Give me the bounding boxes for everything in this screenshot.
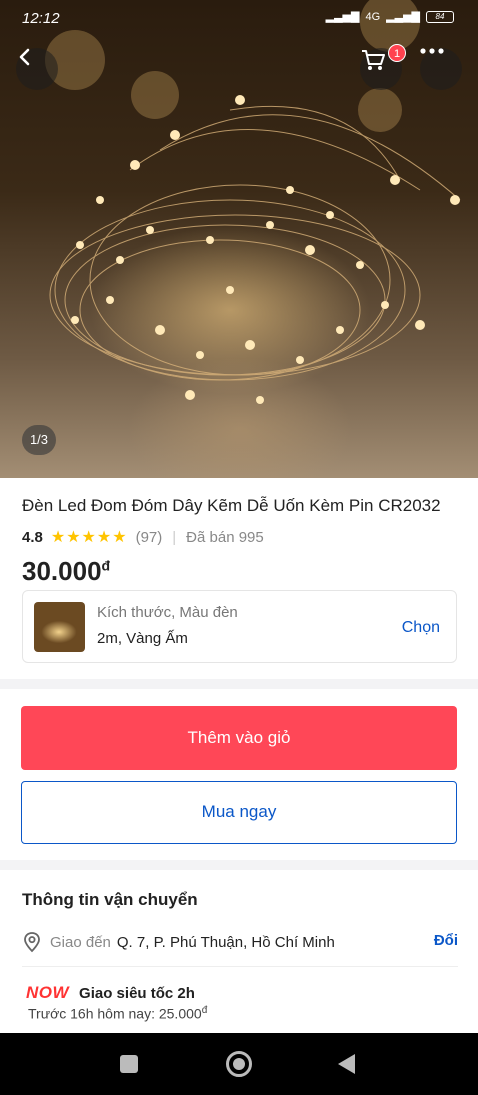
chevron-left-icon xyxy=(19,48,30,66)
now-delivery-note: Trước 16h hôm nay: 25.000đ xyxy=(28,1005,207,1022)
delivery-address: Q. 7, P. Phú Thuận, Hồ Chí Minh xyxy=(116,933,335,951)
divider-line xyxy=(22,966,458,967)
currency-symbol: đ xyxy=(101,557,111,574)
back-button[interactable] xyxy=(16,48,58,90)
now-delivery-option[interactable]: NOW Giao siêu tốc 2h xyxy=(26,983,195,1003)
network-type: 4G xyxy=(365,10,381,23)
now-logo: NOW xyxy=(26,983,70,1002)
status-time: 12:12 xyxy=(22,10,60,27)
review-count: (97) xyxy=(135,528,163,546)
cart-icon xyxy=(362,50,385,70)
choose-variant-link[interactable]: Chọn xyxy=(402,619,440,637)
section-divider xyxy=(0,679,478,689)
now-delivery-price: Trước 16h hôm nay: 25.000 xyxy=(28,1005,202,1022)
cart-count-badge: 1 xyxy=(388,44,406,62)
fairy-lights-photo xyxy=(45,0,461,404)
variant-value: 2m, Vàng Ấm xyxy=(97,630,188,647)
now-delivery-title: Giao siêu tốc 2h xyxy=(79,984,195,1002)
buy-now-button[interactable]: Mua ngay xyxy=(21,781,457,844)
image-counter: 1/3 xyxy=(22,425,56,455)
product-title: Đèn Led Đom Đóm Dây Kẽm Dễ Uốn Kèm Pin C… xyxy=(22,496,441,515)
cart-button[interactable]: 1 xyxy=(360,44,406,90)
product-price: 30.000đ xyxy=(22,556,110,587)
more-horizontal-icon xyxy=(420,48,444,54)
status-bar: 12:12 ▂▃▅▇ 4G ▂▃▅▇ 84 xyxy=(0,0,478,34)
sold-count: Đã bán 995 xyxy=(186,528,264,546)
status-icons: ▂▃▅▇ 4G ▂▃▅▇ 84 xyxy=(326,10,454,23)
home-icon[interactable] xyxy=(226,1051,252,1077)
signal-icon: ▂▃▅▇ xyxy=(325,11,360,23)
recent-apps-icon[interactable] xyxy=(120,1055,138,1073)
product-image[interactable]: 12:12 ▂▃▅▇ 4G ▂▃▅▇ 84 1 1/3 xyxy=(0,0,478,478)
price-value: 30.000 xyxy=(22,556,102,586)
add-to-cart-button[interactable]: Thêm vào giỏ xyxy=(21,706,457,770)
section-divider xyxy=(0,860,478,870)
shipping-address-row[interactable]: Giao đến Q. 7, P. Phú Thuận, Hồ Chí Minh… xyxy=(22,930,458,954)
rating-row[interactable]: 4.8 ★★★★★ (97) | Đã bán 995 xyxy=(22,527,264,547)
variant-label: Kích thước, Màu đèn xyxy=(97,604,238,621)
variant-selector[interactable]: Kích thước, Màu đèn 2m, Vàng Ấm Chọn xyxy=(22,590,457,663)
location-pin-icon xyxy=(24,932,40,953)
currency-symbol: đ xyxy=(201,1005,208,1016)
shipping-title: Thông tin vận chuyển xyxy=(22,890,198,909)
deliver-to-label: Giao đến xyxy=(50,933,111,951)
rating-value: 4.8 xyxy=(22,528,43,546)
signal-icon-2: ▂▃▅▇ xyxy=(386,11,420,23)
star-rating-icons: ★★★★★ xyxy=(50,529,128,546)
variant-thumbnail xyxy=(34,602,85,652)
separator: | xyxy=(172,528,177,546)
system-navigation-bar xyxy=(0,1033,478,1095)
more-options-button[interactable] xyxy=(420,48,462,90)
change-address-link[interactable]: Đổi xyxy=(434,932,458,949)
battery-icon: 84 xyxy=(426,10,454,23)
back-triangle-icon[interactable] xyxy=(338,1054,355,1074)
